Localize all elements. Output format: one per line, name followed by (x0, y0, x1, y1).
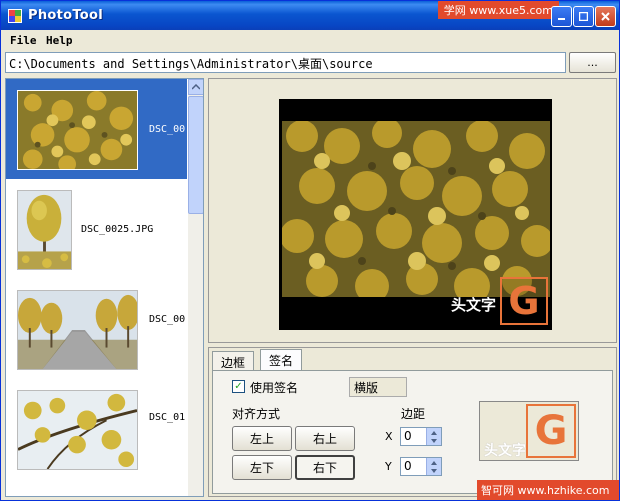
thumbnail-item[interactable]: DSC_00 (6, 79, 187, 179)
chevron-down-icon (431, 438, 437, 443)
window-title: PhotoTool (28, 8, 104, 23)
thumbnail-name: DSC_0025.JPG (81, 224, 154, 235)
align-bottom-left-button[interactable]: 左下 (232, 455, 292, 480)
thumbnail-name: DSC_00 (149, 124, 186, 135)
preview-panel: 头文字 G (208, 78, 617, 343)
thumbnail-item[interactable]: DSC_01 (6, 379, 187, 479)
use-signature-label: 使用签名 (250, 381, 299, 395)
alignment-label: 对齐方式 (232, 407, 281, 421)
app-window: PhotoTool 学网 www.xue5.com File Help C:\D… (0, 0, 620, 501)
scroll-thumb[interactable] (188, 96, 203, 214)
watermark-banner-bottom: 智可网 www.hzhike.com (477, 480, 619, 500)
maximize-button[interactable] (573, 6, 594, 27)
app-icon (8, 9, 22, 23)
signature-tab-page: ✓ 使用签名 横版 对齐方式 左上 右上 左下 右下 边距 X 0 Y 0 头文… (212, 370, 613, 494)
menu-help[interactable]: Help (46, 34, 73, 47)
tab-signature[interactable]: 签名 (260, 349, 303, 371)
thumbnail-item[interactable]: DSC_0025.JPG (6, 179, 187, 279)
chevron-up-icon (431, 460, 437, 465)
chevron-up-icon (192, 84, 200, 90)
thumbnail-image (17, 90, 138, 170)
align-top-right-button[interactable]: 右上 (295, 426, 355, 451)
thumbnail-item[interactable]: DSC_00 (6, 279, 187, 379)
x-label: X (385, 430, 393, 443)
thumbnail-list[interactable]: DSC_00 DSC_0025.JPG DSC_00 DSC_01 (5, 78, 204, 497)
thumbnail-image (17, 190, 72, 270)
preview-logo: G (500, 277, 548, 325)
chevron-down-icon (431, 468, 437, 473)
use-signature-checkbox[interactable]: ✓ (232, 380, 245, 393)
thumbnail-image (17, 390, 138, 470)
signature-preview-logo: G (526, 404, 576, 458)
x-margin-stepper[interactable]: 0 (400, 427, 442, 446)
close-button[interactable] (595, 6, 616, 27)
close-icon (601, 12, 610, 21)
preview-image (282, 121, 550, 297)
minimize-button[interactable] (551, 6, 572, 27)
signature-preview-text: 头文字 (484, 443, 526, 459)
margin-label: 边距 (401, 407, 426, 421)
align-top-left-button[interactable]: 左上 (232, 426, 292, 451)
title-bar[interactable]: PhotoTool 学网 www.xue5.com (1, 1, 619, 30)
align-bottom-right-button[interactable]: 右下 (295, 455, 355, 480)
thumbnail-name: DSC_01 (149, 412, 186, 423)
tab-border[interactable]: 边框 (212, 351, 255, 371)
preview-watermark-text: 头文字 (450, 296, 496, 314)
thumbnail-scrollbar[interactable] (188, 79, 203, 496)
maximize-icon (579, 12, 588, 21)
y-margin-value: 0 (404, 459, 412, 473)
y-margin-stepper[interactable]: 0 (400, 457, 442, 476)
settings-panel: 边框 签名 ✓ 使用签名 横版 对齐方式 左上 右上 左下 右下 边距 X 0 … (208, 347, 617, 497)
x-decrement-button[interactable] (426, 436, 441, 445)
minimize-icon (558, 18, 565, 20)
preview-frame: 头文字 G (279, 99, 552, 330)
watermark-banner-top: 学网 www.xue5.com (437, 1, 559, 19)
signature-style-field: 横版 (349, 377, 407, 397)
browse-button[interactable]: ... (569, 52, 616, 73)
y-decrement-button[interactable] (426, 466, 441, 475)
scroll-up-button[interactable] (188, 79, 203, 95)
menu-file[interactable]: File (10, 34, 37, 47)
thumbnail-name: DSC_00 (149, 314, 186, 325)
path-input[interactable]: C:\Documents and Settings\Administrator\… (5, 52, 566, 73)
thumbnail-image (17, 290, 138, 370)
signature-preview: 头文字 G (479, 401, 579, 461)
y-label: Y (385, 460, 392, 473)
x-margin-value: 0 (404, 429, 412, 443)
chevron-up-icon (431, 430, 437, 435)
menu-bar: File Help (2, 31, 618, 51)
